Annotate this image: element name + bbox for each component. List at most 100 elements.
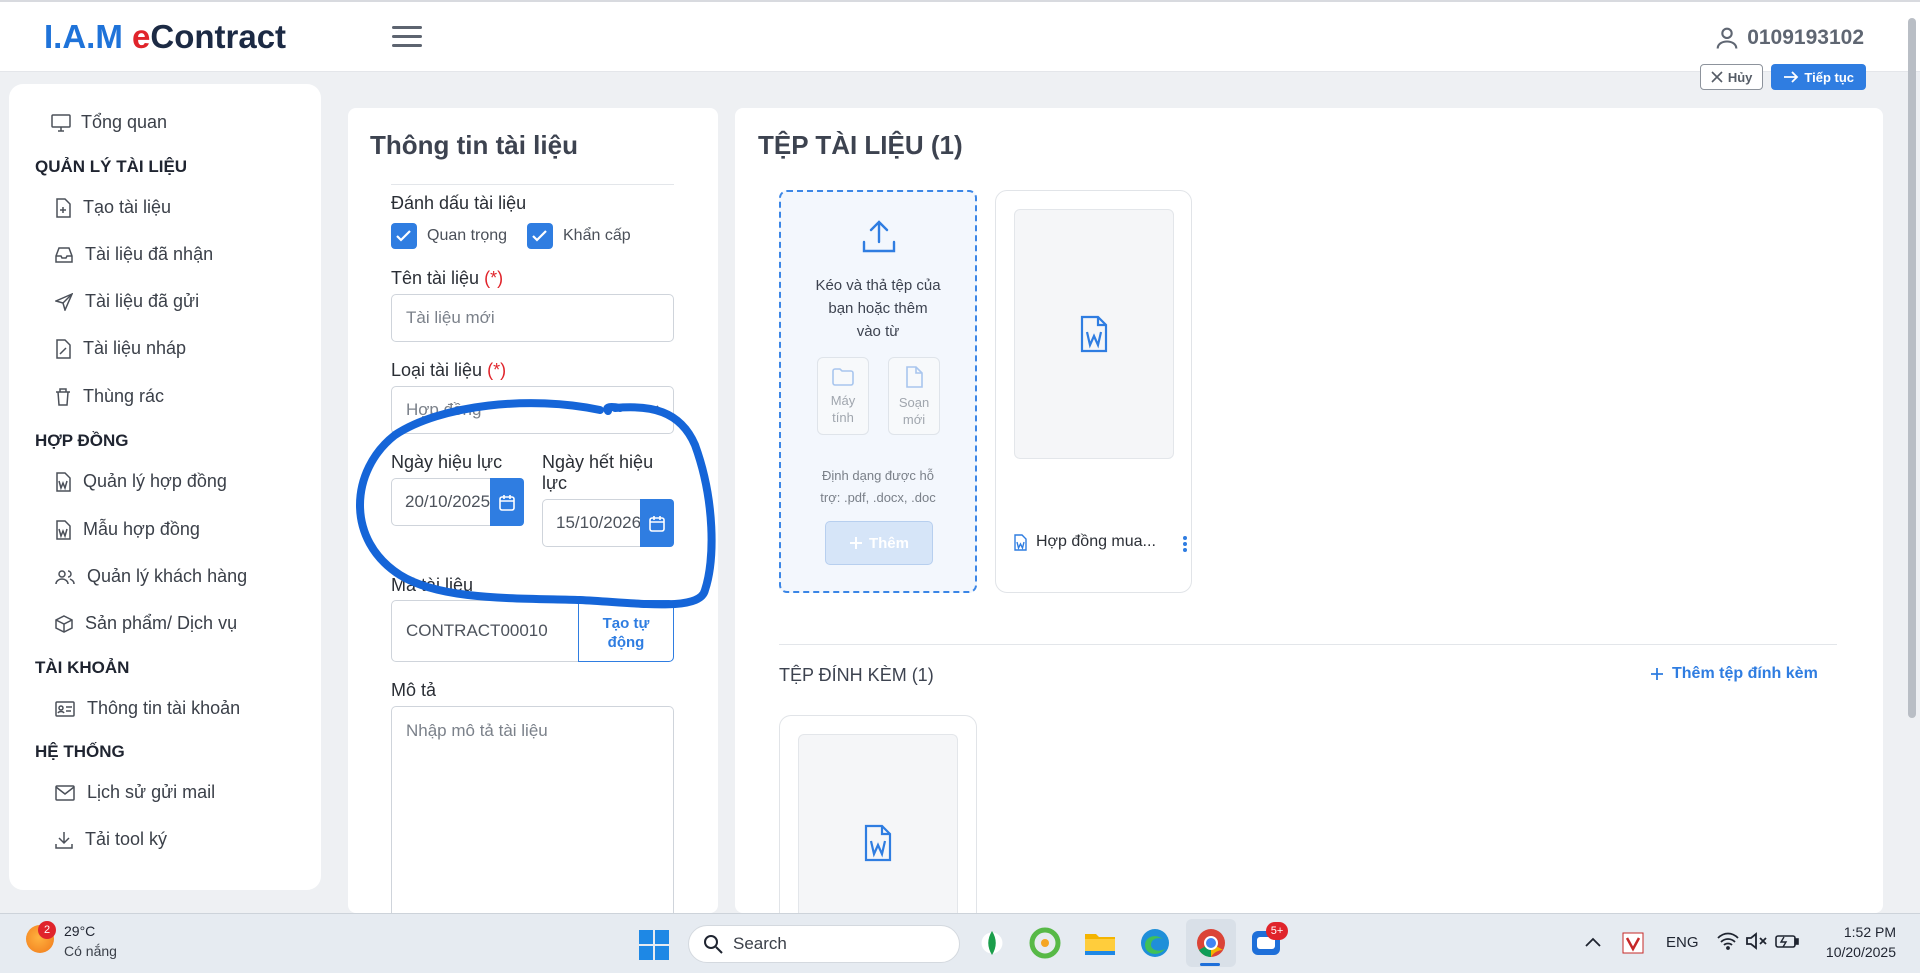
auto-generate-line1: Tạo tự: [602, 615, 650, 632]
sidebar-item-products[interactable]: Sản phẩm/ Dịch vụ: [55, 613, 237, 634]
document-code-input[interactable]: CONTRACT00010: [391, 600, 580, 662]
sidebar-item-received[interactable]: Tài liệu đã nhận: [55, 244, 213, 265]
more-options-icon[interactable]: [1182, 535, 1188, 553]
taskbar-search[interactable]: Search: [688, 925, 960, 963]
logo-e: e: [132, 18, 151, 55]
file-plus-icon: [56, 197, 71, 218]
battery-icon[interactable]: [1775, 933, 1799, 949]
sidebar-item-trash[interactable]: Thùng rác: [55, 386, 164, 407]
menu-toggle-icon[interactable]: [392, 26, 422, 50]
sidebar-item-download-tool[interactable]: Tải tool ký: [55, 829, 167, 850]
document-type-select[interactable]: Hợp đồng: [391, 386, 674, 434]
weather-condition[interactable]: Có nắng: [64, 943, 117, 959]
wifi-icon[interactable]: [1717, 932, 1739, 950]
sidebar-item-overview[interactable]: Tổng quan: [51, 112, 167, 133]
continue-button[interactable]: Tiếp tục: [1771, 64, 1866, 90]
windows-start-icon[interactable]: [639, 930, 669, 960]
sidebar-item-drafts[interactable]: Tài liệu nháp: [55, 338, 186, 359]
clock-date[interactable]: 10/20/2025: [1812, 944, 1896, 960]
cancel-button[interactable]: Hủy: [1699, 64, 1764, 90]
volume-muted-icon[interactable]: [1746, 932, 1768, 950]
end-date-calendar-button[interactable]: [640, 499, 674, 547]
auto-generate-button[interactable]: Tạo tự động: [578, 600, 674, 662]
document-name-label: Tên tài liệu (*): [391, 268, 503, 289]
section-account: TÀI KHOẢN: [35, 658, 130, 677]
calendar-icon: [499, 494, 515, 511]
language-indicator[interactable]: ENG: [1666, 934, 1699, 951]
mark-document-label: Đánh dấu tài liệu: [391, 193, 527, 213]
chrome-browser-icon[interactable]: [1193, 925, 1229, 961]
document-name-placeholder: Tài liệu mới: [406, 308, 495, 327]
required-mark: (*): [484, 268, 504, 288]
sidebar-item-label: Tổng quan: [81, 112, 168, 132]
sidebar-item-label: Tải tool ký: [85, 829, 168, 849]
sidebar-item-sent[interactable]: Tài liệu đã gửi: [55, 291, 199, 312]
document-code-label: Mã tài liệu: [391, 575, 474, 595]
sidebar-item-label: Thông tin tài khoản: [87, 698, 241, 718]
file-name-row: Hợp đồng mua...: [1014, 533, 1156, 551]
users-icon: [55, 569, 75, 584]
end-date-label-line1: Ngày hết hiệu: [542, 452, 654, 472]
drop-line2: bạn hoặc thêm: [828, 300, 928, 317]
description-textarea[interactable]: Nhập mô tả tài liệu: [391, 706, 674, 913]
antivirus-tray-icon[interactable]: [1622, 932, 1644, 954]
urgent-checkbox[interactable]: Khẩn cấp: [527, 223, 631, 249]
sidebar-item-create-document[interactable]: Tạo tài liệu: [55, 197, 171, 218]
add-file-button[interactable]: Thêm: [825, 521, 933, 565]
mongodb-compass-icon[interactable]: [974, 925, 1010, 961]
chevron-up-icon[interactable]: [1585, 937, 1601, 947]
sidebar-item-customers[interactable]: Quản lý khách hàng: [55, 566, 247, 587]
search-icon: [704, 935, 723, 954]
urgent-label: Khẩn cấp: [563, 227, 631, 244]
description-label: Mô tả: [391, 680, 437, 700]
word-file-icon: [56, 519, 71, 540]
start-date-input[interactable]: 20/10/2025: [391, 478, 491, 526]
document-file-card[interactable]: Hợp đồng mua...: [995, 190, 1192, 593]
check-icon: [532, 230, 547, 242]
app-icon-green[interactable]: [1027, 925, 1063, 961]
section-document-management: QUẢN LÝ TÀI LIỆU: [35, 157, 188, 176]
add-attachment-button[interactable]: Thêm tệp đính kèm: [1650, 665, 1818, 683]
add-attachment-label: Thêm tệp đính kèm: [1672, 665, 1818, 682]
end-date-input[interactable]: 15/10/2026: [542, 499, 641, 547]
source-compose-button[interactable]: Soạn mới: [888, 357, 940, 435]
file-explorer-icon[interactable]: [1082, 925, 1118, 961]
end-date-label-line2: lực: [542, 473, 568, 493]
weather-temp[interactable]: 29°C: [64, 923, 95, 939]
app-logo[interactable]: I.A.M eContract: [44, 18, 286, 56]
logo-iam: I.A.M: [44, 18, 123, 55]
section-divider: [779, 644, 1837, 645]
file-drop-zone[interactable]: Kéo và thả tệp của bạn hoặc thêm vào từ Má…: [779, 190, 977, 593]
box-icon: [55, 614, 73, 633]
auto-generate-line2: động: [607, 634, 645, 651]
document-info-title: Thông tin tài liệu: [370, 130, 578, 160]
important-checkbox[interactable]: Quan trọng: [391, 223, 507, 249]
user-account[interactable]: 0109193102: [1713, 24, 1864, 52]
sidebar-item-mail-history[interactable]: Lịch sử gửi mail: [55, 782, 215, 803]
document-type-label-text: Loại tài liệu: [391, 360, 483, 380]
source-computer-line1: Máy: [830, 393, 856, 408]
formats-line1: Định dạng được hỗ: [822, 468, 934, 483]
document-name-input[interactable]: Tài liệu mới: [391, 294, 674, 342]
user-id: 0109193102: [1747, 26, 1864, 49]
sidebar-item-contract-templates[interactable]: Mẫu hợp đồng: [55, 519, 200, 540]
sidebar-item-contract-management[interactable]: Quản lý hợp đồng: [55, 471, 227, 492]
attachment-file-card[interactable]: [779, 715, 977, 914]
clock-time[interactable]: 1:52 PM: [1838, 924, 1896, 940]
weather-badge: 2: [38, 921, 56, 939]
attachments-title: TỆP ĐÍNH KÈM (1): [779, 665, 934, 685]
attachment-thumbnail: [798, 734, 958, 914]
sidebar-item-account-info[interactable]: Thông tin tài khoản: [55, 698, 240, 719]
page-scrollbar[interactable]: [1908, 18, 1916, 718]
source-computer-button[interactable]: Máy tính: [817, 357, 869, 435]
edge-browser-icon[interactable]: [1137, 925, 1173, 961]
id-card-icon: [55, 700, 75, 717]
section-system: HỆ THỐNG: [35, 742, 125, 761]
sidebar-item-label: Tài liệu nháp: [83, 338, 187, 358]
source-computer-line2: tính: [832, 410, 854, 425]
start-date-calendar-button[interactable]: [490, 478, 524, 526]
add-file-label: Thêm: [868, 534, 909, 552]
title-divider: [391, 184, 674, 185]
close-icon: [1711, 71, 1723, 83]
plus-icon: [1651, 668, 1663, 680]
